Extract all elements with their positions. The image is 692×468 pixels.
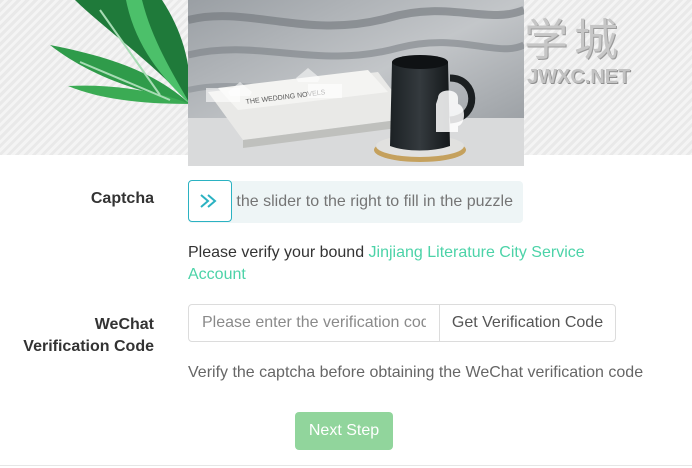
site-logo-domain: JWXC.NET [527,66,631,88]
verify-account-note: Please verify your bound Jinjiang Litera… [188,242,608,286]
wechat-label-line2: Verification Code [23,338,154,355]
wechat-help-text: Verify the captcha before obtaining the … [188,364,644,381]
wechat-label-line1: WeChat [94,316,154,333]
get-verification-code-button[interactable]: Get Verification Code [439,304,616,342]
next-step-button[interactable]: Next Step [295,412,393,450]
divider [0,465,692,466]
slider-hint-text: Drag the slider to the right to fill in … [197,193,513,210]
verify-note-text: Please verify your bound [188,244,369,261]
captcha-slider-track[interactable]: Drag the slider to the right to fill in … [188,181,523,223]
captcha-puzzle-image: THE WEDDING NOVELS [188,0,524,166]
leaf-logo-icon [50,0,191,104]
captcha-label: Captcha [90,190,154,207]
wechat-code-label: WeChat Verification Code [0,314,154,358]
site-logo-text: 学城 [524,15,624,66]
verification-code-input[interactable] [188,304,440,342]
double-chevron-right-icon [200,194,217,208]
captcha-slider-handle[interactable] [188,180,232,222]
